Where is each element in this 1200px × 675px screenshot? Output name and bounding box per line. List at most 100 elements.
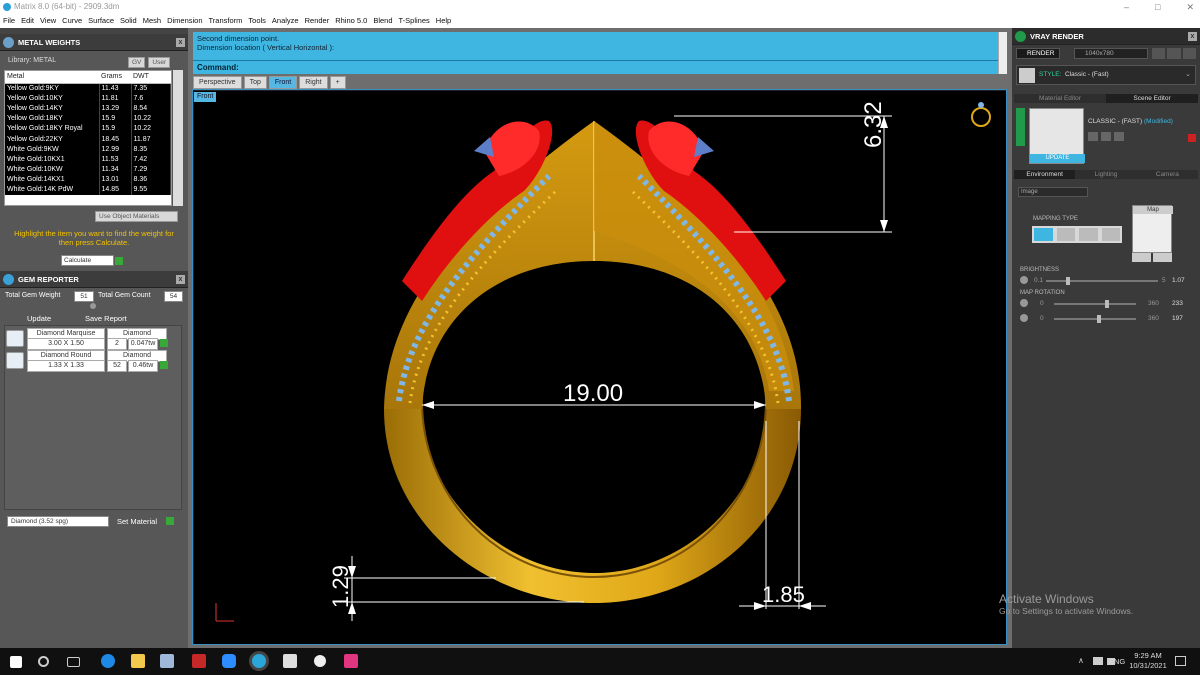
metal-row[interactable]: White Gold:10KW 11.34 7.29 <box>5 164 171 175</box>
add-tab-button[interactable]: + <box>329 76 346 89</box>
metal-table-scrollbar[interactable] <box>173 70 183 206</box>
user-button[interactable]: User <box>148 57 171 68</box>
set-material-arrow-icon[interactable] <box>166 517 174 525</box>
rotation1-slider[interactable] <box>1054 303 1136 305</box>
metal-row[interactable]: Yellow Gold:18KY 15.9 10.22 <box>5 113 171 124</box>
gem-arrow-icon[interactable] <box>160 361 168 369</box>
folder-icon[interactable] <box>1114 132 1124 141</box>
gem-row[interactable]: Diamond Marquise 3.00 X 1.50 Diamond 2 0… <box>4 328 182 350</box>
metal-row[interactable]: White Gold:14K PdW 14.85 9.55 <box>5 184 171 196</box>
viewport-label[interactable]: Front <box>194 92 217 102</box>
network-icon[interactable] <box>1093 657 1103 665</box>
menu-mesh[interactable]: Mesh <box>143 14 161 28</box>
rotation2-slider[interactable] <box>1054 318 1136 320</box>
tab-lighting[interactable]: Lighting <box>1075 170 1137 179</box>
preset-collapse-icon[interactable] <box>1016 108 1025 146</box>
rotation2-value[interactable]: 197 <box>1172 315 1183 322</box>
search-icon[interactable] <box>38 656 49 667</box>
menu-file[interactable]: File <box>3 14 15 28</box>
tab-perspective[interactable]: Perspective <box>193 76 242 89</box>
brightness-slider[interactable] <box>1046 280 1158 282</box>
close-button[interactable]: ✕ <box>1186 0 1194 14</box>
style-selector[interactable]: STYLE: Classic - (Fast) ⌄ <box>1016 65 1196 85</box>
start-icon[interactable] <box>10 656 22 668</box>
menu-view[interactable]: View <box>40 14 56 28</box>
rotation1-value[interactable]: 233 <box>1172 300 1183 307</box>
tab-material-editor[interactable]: Material Editor <box>1014 94 1106 103</box>
update-button[interactable]: UPDATE <box>1030 154 1085 163</box>
clear-map-icon[interactable] <box>1153 253 1172 262</box>
metal-row[interactable]: Yellow Gold:10KY 11.81 7.6 <box>5 93 171 104</box>
tab-scene-editor[interactable]: Scene Editor <box>1106 94 1198 103</box>
mapping-dome-icon[interactable] <box>1101 228 1120 241</box>
metal-row[interactable]: Yellow Gold:22KY 18.45 11.87 <box>5 133 171 145</box>
metal-row[interactable]: White Gold:10KX1 11.53 7.42 <box>5 154 171 165</box>
rewind-icon[interactable] <box>1152 48 1166 59</box>
gear-icon[interactable] <box>1132 253 1151 262</box>
menu-render[interactable]: Render <box>305 14 330 28</box>
brightness-handle[interactable] <box>1066 277 1071 285</box>
update-button[interactable]: Update <box>27 314 51 323</box>
play-icon[interactable] <box>1167 48 1181 59</box>
calculate-arrow-icon[interactable] <box>115 256 123 265</box>
collapse-grip-icon[interactable] <box>90 303 96 309</box>
material-select[interactable]: Diamond (3.52 spg) <box>7 516 109 527</box>
menu-blend[interactable]: Blend <box>373 14 392 28</box>
calculate-button[interactable]: Calculate <box>61 255 114 266</box>
tab-front[interactable]: Front <box>268 76 298 89</box>
command-input[interactable] <box>239 62 998 74</box>
col-dwt[interactable]: DWT <box>131 71 171 84</box>
brightness-value[interactable]: 1.07 <box>1172 277 1185 284</box>
metal-row[interactable]: White Gold:9KW 12.99 8.35 <box>5 144 171 155</box>
menu-help[interactable]: Help <box>436 14 451 28</box>
matrix-icon[interactable] <box>252 654 266 668</box>
clock[interactable]: 9:29 AM 10/31/2021 <box>1128 651 1168 671</box>
tab-camera[interactable]: Camera <box>1136 170 1198 179</box>
close-icon[interactable]: x <box>1188 32 1197 41</box>
menu-tools[interactable]: Tools <box>248 14 266 28</box>
close-icon[interactable]: x <box>176 38 185 47</box>
file-explorer-icon[interactable] <box>131 654 145 668</box>
save-icon[interactable] <box>1088 132 1098 141</box>
menu-transform[interactable]: Transform <box>209 14 243 28</box>
app-icon-4[interactable] <box>344 654 358 668</box>
front-viewport[interactable] <box>194 91 1006 644</box>
environment-map[interactable]: Map <box>1132 205 1173 253</box>
metal-row[interactable]: Yellow Gold:9KY 11.43 7.35 <box>5 83 171 94</box>
menu-rhino[interactable]: Rhino 5.0 <box>335 14 367 28</box>
col-grams[interactable]: Grams <box>99 71 131 84</box>
mapping-sphere-icon[interactable] <box>1079 228 1098 241</box>
menu-surface[interactable]: Surface <box>88 14 114 28</box>
maximize-button[interactable]: □ <box>1155 0 1160 14</box>
tray-chevron-icon[interactable]: ∧ <box>1078 656 1084 665</box>
settings-icon[interactable] <box>314 655 326 667</box>
menu-dimension[interactable]: Dimension <box>167 14 202 28</box>
menu-solid[interactable]: Solid <box>120 14 137 28</box>
render-button[interactable]: RENDER <box>1016 48 1060 59</box>
app-icon-2[interactable] <box>192 654 206 668</box>
rotation2-handle[interactable] <box>1097 315 1102 323</box>
environment-select[interactable]: Image <box>1018 187 1088 197</box>
menu-tsplines[interactable]: T-Splines <box>399 14 430 28</box>
copy-icon[interactable] <box>1101 132 1111 141</box>
mapping-screen-icon[interactable] <box>1034 228 1053 241</box>
metal-row[interactable]: Yellow Gold:18KY Royal 15.9 10.22 <box>5 123 171 134</box>
reset-icon[interactable] <box>1188 134 1196 142</box>
language-indicator[interactable]: ENG <box>1109 657 1125 666</box>
save-report-button[interactable]: Save Report <box>85 314 127 323</box>
col-metal[interactable]: Metal <box>5 71 99 84</box>
menu-edit[interactable]: Edit <box>21 14 34 28</box>
metal-row[interactable]: White Gold:14KX1 13.01 8.36 <box>5 174 171 185</box>
tab-environment[interactable]: Environment <box>1014 170 1076 179</box>
set-material-button[interactable]: Set Material <box>117 517 157 526</box>
notification-icon[interactable] <box>1175 656 1186 666</box>
frame-icon[interactable] <box>1182 48 1196 59</box>
use-object-materials-checkbox[interactable]: Use Object Materials <box>95 211 178 222</box>
command-scrollbar[interactable] <box>998 32 1007 74</box>
rotation1-handle[interactable] <box>1105 300 1110 308</box>
minimize-button[interactable]: – <box>1124 0 1129 14</box>
tab-right[interactable]: Right <box>299 76 328 89</box>
app-icon-3[interactable] <box>283 654 297 668</box>
gem-arrow-icon[interactable] <box>160 339 168 347</box>
metal-row[interactable]: Yellow Gold:14KY 13.29 8.54 <box>5 103 171 114</box>
